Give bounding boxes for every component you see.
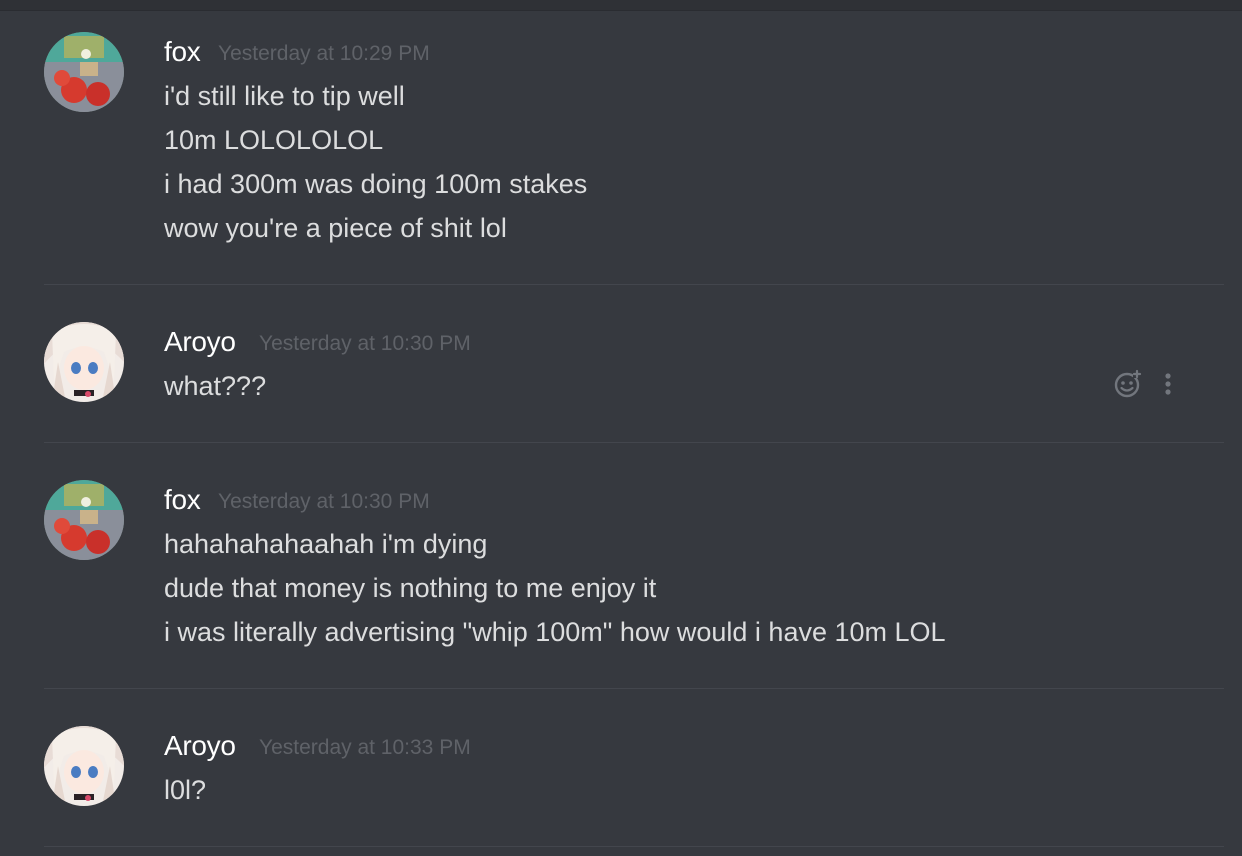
message-author[interactable]: fox [164, 36, 201, 68]
message-text: i'd still like to tip well [164, 81, 405, 111]
message-text: i had 300m was doing 100m stakes [164, 169, 588, 199]
message-text: dude that money is nothing to me enjoy i… [164, 573, 657, 603]
aroyo-avatar-icon [44, 726, 124, 806]
message-list: fox Yesterday at 10:29 PM i'd still like… [0, 10, 1242, 856]
fox-avatar-icon [44, 32, 124, 112]
message-divider [44, 688, 1224, 689]
message-author[interactable]: Aroyo [164, 730, 236, 762]
message-text: 10m LOLOLOLOL [164, 125, 384, 155]
user-avatar[interactable] [44, 726, 124, 806]
fox-avatar-icon [44, 480, 124, 560]
add-reaction-icon[interactable] [1112, 368, 1144, 400]
message-hover-actions [1112, 368, 1192, 400]
message-timestamp: Yesterday at 10:29 PM [218, 42, 430, 65]
message-text: hahahahahaahah i'm dying [164, 529, 488, 559]
user-avatar[interactable] [44, 480, 124, 560]
message-author[interactable]: Aroyo [164, 326, 236, 358]
user-avatar[interactable] [44, 322, 124, 402]
message-text: what??? [164, 371, 267, 401]
message-text: l0l? [164, 775, 207, 805]
message-divider [44, 284, 1224, 285]
message-divider [44, 846, 1224, 847]
message-text: wow you're a piece of shit lol [164, 213, 507, 243]
message-author[interactable]: fox [164, 484, 201, 516]
more-options-icon[interactable] [1152, 368, 1184, 400]
message-text: i was literally advertising "whip 100m" … [164, 617, 946, 647]
message-group: fox Yesterday at 10:30 PM hahahahahaahah… [0, 480, 1242, 680]
message-group: Aroyo Yesterday at 10:30 PM what??? [0, 322, 1242, 432]
user-avatar[interactable] [44, 32, 124, 112]
message-timestamp: Yesterday at 10:33 PM [259, 736, 471, 759]
message-timestamp: Yesterday at 10:30 PM [218, 490, 430, 513]
message-group: fox Yesterday at 10:29 PM i'd still like… [0, 32, 1242, 302]
aroyo-avatar-icon [44, 322, 124, 402]
message-group: Aroyo Yesterday at 10:33 PM l0l? [0, 726, 1242, 836]
message-timestamp: Yesterday at 10:30 PM [259, 332, 471, 355]
message-divider [44, 442, 1224, 443]
